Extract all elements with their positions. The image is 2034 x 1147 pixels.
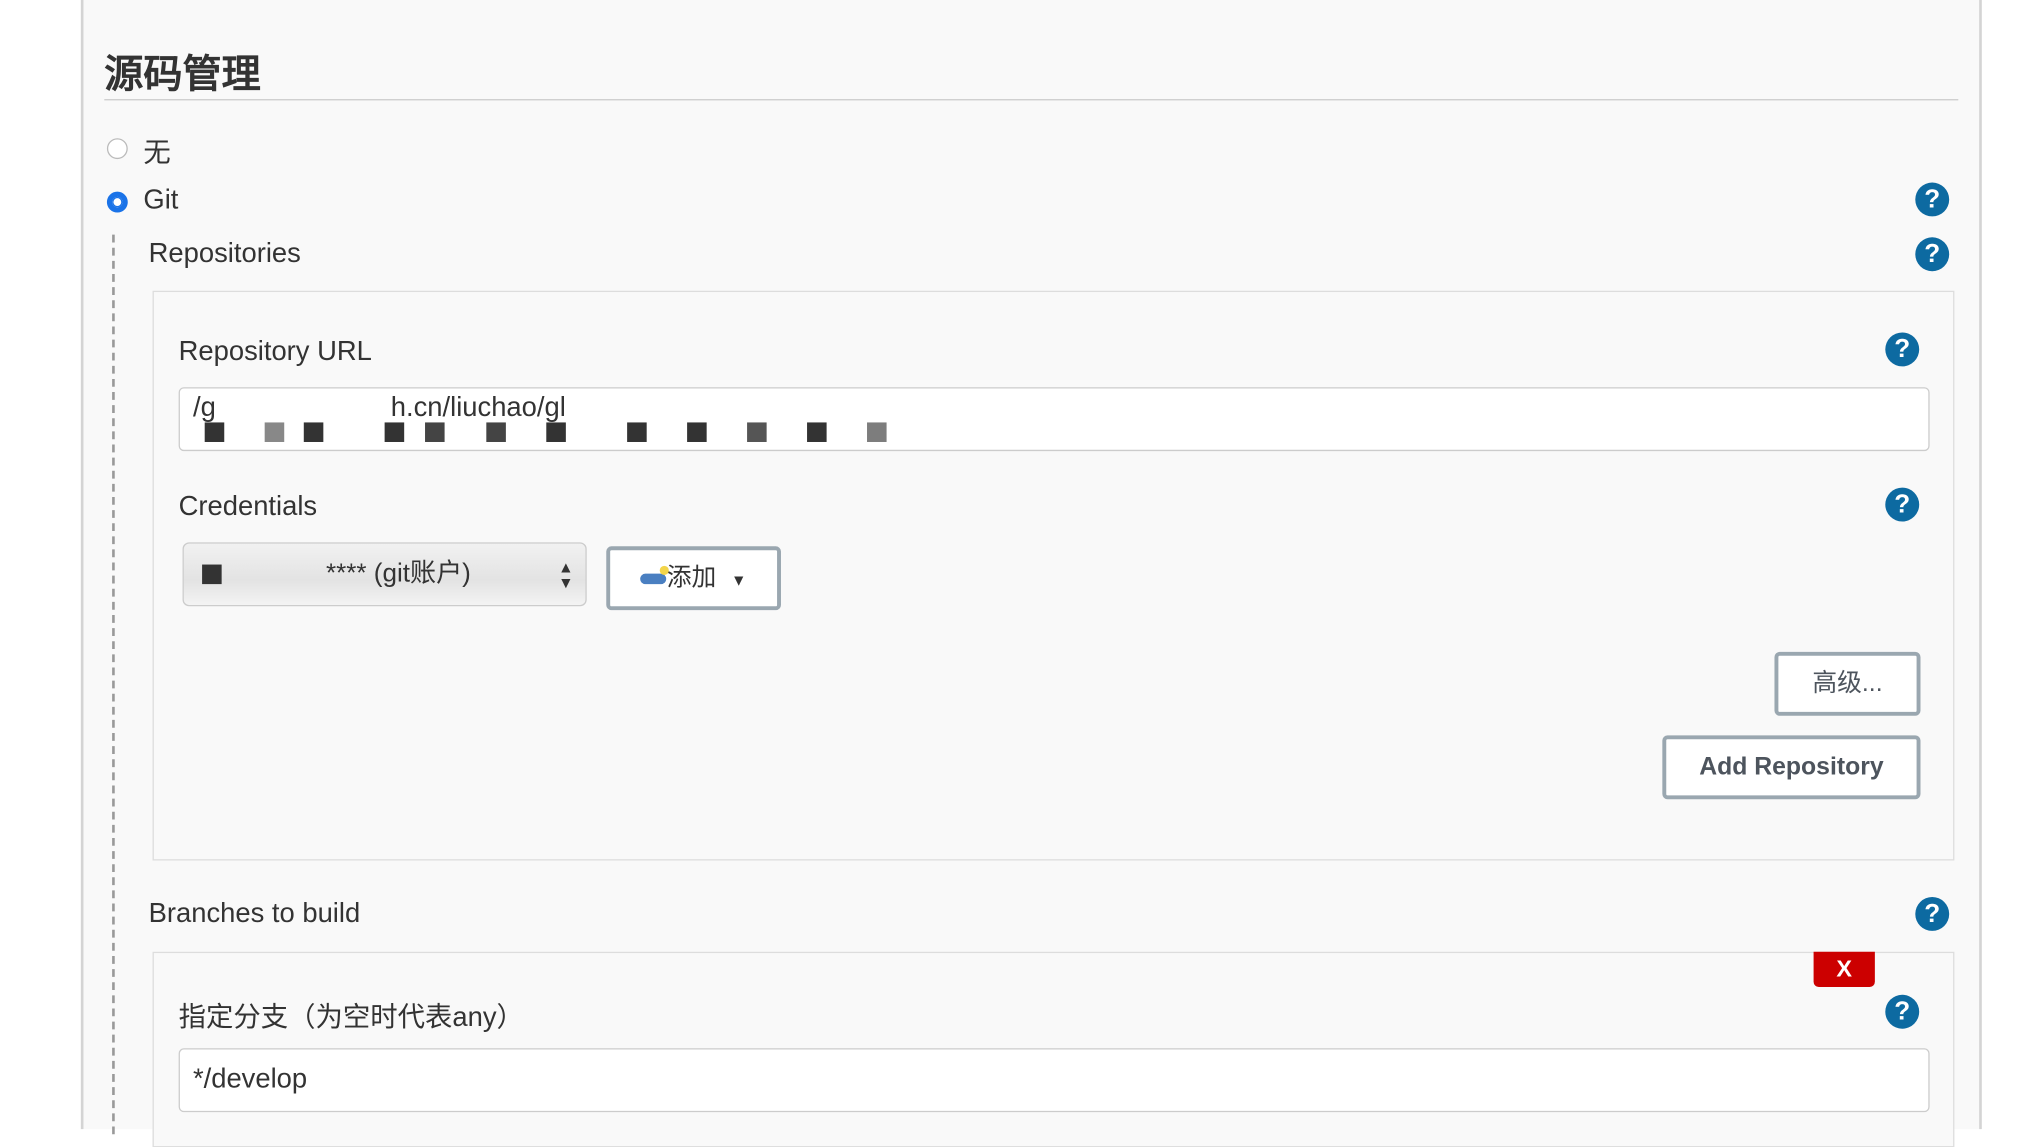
redacted-block bbox=[202, 564, 222, 585]
scm-panel: 源码管理 无 Git ? Repositories ? Repository U… bbox=[80, 0, 1982, 1147]
caret-down-icon: ▼ bbox=[731, 571, 747, 590]
branch-specifier-input[interactable]: */develop bbox=[178, 1048, 1930, 1113]
radio-git-label: Git bbox=[143, 185, 179, 216]
repository-url-label: Repository URL bbox=[178, 336, 372, 367]
stage: 源码管理 无 Git ? Repositories ? Repository U… bbox=[0, 0, 2034, 1147]
key-icon bbox=[640, 565, 670, 585]
title-divider bbox=[104, 99, 1959, 101]
advanced-button[interactable]: 高级... bbox=[1774, 651, 1921, 716]
radio-git[interactable] bbox=[106, 191, 128, 213]
repository-url-input[interactable]: /g h.cn/liuchao/gl bbox=[178, 387, 1930, 452]
repositories-label: Repositories bbox=[148, 238, 301, 269]
add-credentials-button[interactable]: 添加 ▼ bbox=[606, 546, 781, 611]
repository-url-value: /g h.cn/liuchao/gl bbox=[192, 392, 566, 423]
radio-none-label: 无 bbox=[143, 138, 171, 169]
repository-box: Repository URL ? /g h.cn/liuchao/gl Cred… bbox=[152, 290, 1955, 861]
updown-arrows-icon: ▲ ▼ bbox=[558, 558, 574, 592]
help-icon-repositories[interactable]: ? bbox=[1915, 237, 1950, 272]
remove-branch-button[interactable]: X bbox=[1813, 951, 1875, 987]
credentials-label: Credentials bbox=[178, 491, 318, 522]
radio-none[interactable] bbox=[106, 138, 128, 160]
git-options-guide bbox=[112, 234, 115, 1135]
help-icon-branch-specifier[interactable]: ? bbox=[1885, 994, 1920, 1029]
branches-label: Branches to build bbox=[148, 898, 361, 929]
add-repository-button[interactable]: Add Repository bbox=[1662, 735, 1921, 800]
help-icon-branches[interactable]: ? bbox=[1915, 897, 1950, 931]
section-title: 源码管理 bbox=[104, 53, 261, 97]
branch-specifier-label: 指定分支（为空时代表any） bbox=[178, 1002, 524, 1033]
credentials-value: **** (git账户) bbox=[325, 559, 471, 589]
help-icon-credentials[interactable]: ? bbox=[1885, 487, 1920, 522]
add-credentials-label: 添加 bbox=[666, 564, 717, 592]
branch-box: X 指定分支（为空时代表any） ? */develop bbox=[152, 951, 1955, 1147]
help-icon-repository-url[interactable]: ? bbox=[1885, 332, 1920, 367]
credentials-select[interactable]: **** (git账户) ▲ ▼ bbox=[182, 542, 587, 607]
help-icon-git[interactable]: ? bbox=[1915, 182, 1950, 217]
